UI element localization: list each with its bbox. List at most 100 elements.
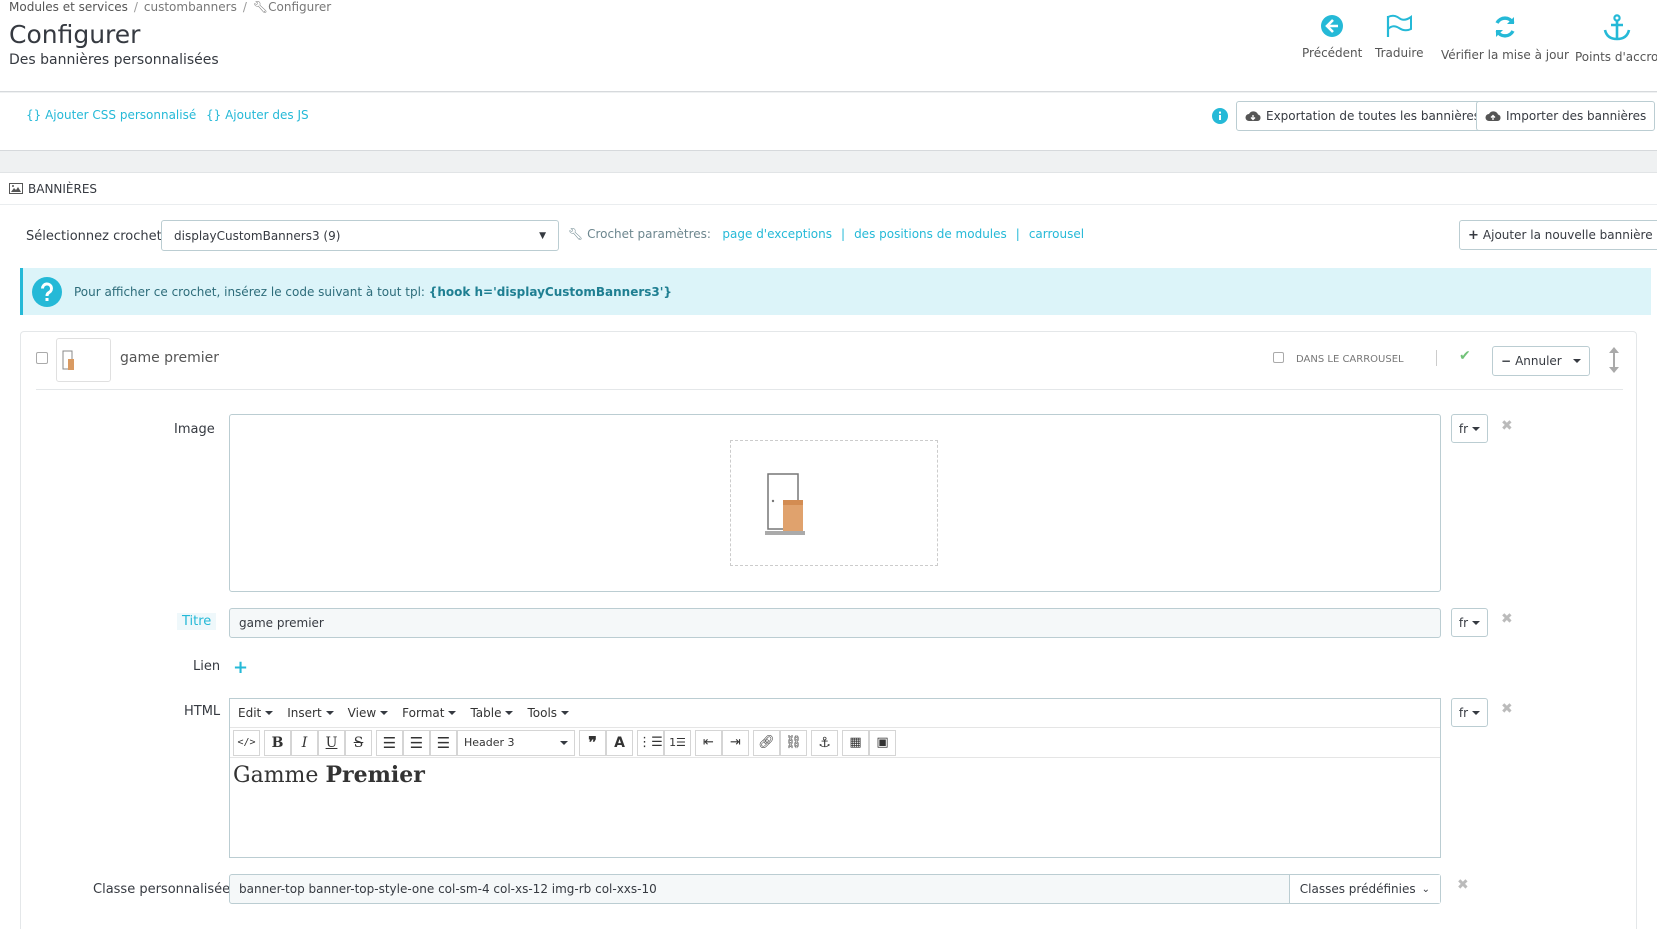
divider — [1436, 350, 1437, 366]
add-banner-button[interactable]: + Ajouter la nouvelle bannière — [1459, 220, 1657, 250]
anchor-icon[interactable]: ⚓︎ — [811, 729, 838, 756]
add-link-icon[interactable]: + — [233, 657, 248, 678]
title-lang-select[interactable]: fr — [1451, 608, 1488, 637]
question-circle-icon — [32, 276, 62, 307]
arrow-circle-left-icon — [1321, 15, 1344, 37]
editor-content-plain: Gamme — [233, 763, 326, 788]
in-carousel-label: Dans le carrousel — [1296, 354, 1404, 365]
indent-icon[interactable]: ⇥ — [722, 729, 749, 756]
insert-image-icon[interactable]: ▣ — [869, 729, 896, 756]
menu-insert[interactable]: Insert — [287, 706, 334, 720]
editor-content-bold: Premier — [325, 762, 425, 788]
block-format-select[interactable]: Header 3 — [457, 729, 575, 756]
image-remove-icon[interactable]: ✖ — [1501, 418, 1513, 434]
image-preview — [730, 440, 938, 566]
block-format-value: Header 3 — [464, 736, 515, 749]
predefined-classes-button[interactable]: Classes prédéfinies ⌄ — [1288, 875, 1440, 903]
banner-thumbnail — [56, 338, 111, 382]
chevron-down-icon — [1472, 620, 1481, 625]
breadcrumb-item-modules[interactable]: Modules et services — [9, 0, 128, 14]
menu-table[interactable]: Table — [470, 706, 514, 720]
cancel-label: Annuler — [1515, 354, 1562, 368]
banner-item: game premier Dans le carrousel ✔ − Annul… — [20, 331, 1637, 929]
toolbar-check-update-button[interactable]: Vérifier la mise à jour — [1441, 14, 1569, 62]
info-icon[interactable] — [1212, 108, 1228, 124]
media-icon[interactable]: ▦ — [842, 729, 869, 756]
add-js-link[interactable]: {} Ajouter des JS — [206, 108, 309, 122]
import-banners-button[interactable]: Importer des bannières — [1476, 101, 1656, 131]
hook-select-value: displayCustomBanners3 (9) — [174, 228, 341, 243]
wrench-icon: 🔧︎ — [252, 0, 269, 14]
breadcrumb-item-configurer: Configurer — [268, 0, 332, 14]
banner-select-checkbox[interactable] — [36, 352, 48, 364]
align-center-icon[interactable]: ☰ — [403, 729, 430, 756]
breadcrumb-item-custombanners[interactable]: custombanners — [144, 0, 237, 14]
module-positions-link[interactable]: des positions de modules — [854, 227, 1007, 241]
html-lang-select[interactable]: fr — [1451, 698, 1488, 727]
align-left-icon[interactable]: ☰ — [376, 729, 403, 756]
class-remove-icon[interactable]: ✖ — [1457, 877, 1469, 893]
cancel-button[interactable]: − Annuler — [1492, 346, 1590, 376]
numbered-list-icon[interactable]: 1☰ — [664, 729, 691, 756]
plus-icon: + — [1468, 227, 1479, 243]
class-field-label: Classe personnalisée — [93, 882, 231, 897]
breadcrumb: Modules et services / custombanners / 🔧︎Conf… — [9, 0, 332, 14]
carousel-link[interactable]: carrousel — [1029, 227, 1084, 241]
title-input[interactable]: game premier — [229, 608, 1441, 638]
in-carousel-checkbox[interactable] — [1273, 352, 1284, 363]
bold-icon[interactable]: B — [264, 729, 291, 756]
editor-content[interactable]: Gamme Premier — [233, 762, 425, 788]
menu-format[interactable]: Format — [402, 706, 457, 720]
toolbar-back-button[interactable]: Précédent — [1302, 14, 1362, 60]
drag-handle-icon[interactable] — [1608, 346, 1620, 374]
hook-params-label: Crochet paramètres: — [587, 227, 711, 241]
html-field-label: HTML — [184, 704, 221, 719]
export-all-label: Exportation de toutes les bannières — [1266, 109, 1481, 123]
underline-icon[interactable]: U — [318, 729, 345, 756]
exceptions-page-link[interactable]: page d'exceptions — [722, 227, 832, 241]
anchor-icon — [1603, 14, 1630, 41]
blockquote-icon[interactable]: ❞ — [579, 729, 606, 756]
add-banner-label: Ajouter la nouvelle bannière — [1482, 228, 1653, 242]
toolbar-translate-button[interactable]: Traduire — [1375, 14, 1423, 60]
outdent-icon[interactable]: ⇤ — [695, 729, 722, 756]
toolbar-hooks-label: Points d'accro — [1575, 50, 1657, 64]
chevron-down-icon — [1472, 710, 1481, 715]
custom-class-input[interactable]: banner-top banner-top-style-one col-sm-4… — [229, 874, 1441, 904]
image-lang-value: fr — [1458, 421, 1469, 436]
hook-info-alert: Pour afficher ce crochet, insérez le cod… — [20, 268, 1651, 315]
predefined-classes-label: Classes prédéfinies — [1299, 882, 1416, 896]
toolbar-back-label: Précédent — [1302, 46, 1363, 60]
hook-select[interactable]: displayCustomBanners3 (9) ▼ — [161, 220, 559, 251]
check-icon[interactable]: ✔ — [1459, 348, 1471, 364]
hook-select-label: Sélectionnez crochet — [26, 229, 162, 244]
cloud-download-icon — [1245, 111, 1261, 121]
editor-menubar: Edit Insert View Format Table Tools — [230, 699, 1440, 728]
image-upload-area[interactable] — [229, 414, 1441, 592]
source-code-icon[interactable]: </> — [233, 729, 260, 756]
bullet-list-icon[interactable]: ⋮☰ — [637, 729, 664, 756]
menu-tools[interactable]: Tools — [527, 706, 570, 720]
text-color-icon[interactable]: A — [606, 729, 633, 756]
add-css-link[interactable]: {} Ajouter CSS personnalisé — [26, 108, 196, 122]
image-lang-select[interactable]: fr — [1451, 414, 1488, 443]
italic-icon[interactable]: I — [291, 729, 318, 756]
toolbar-hooks-button[interactable]: Points d'accro — [1575, 14, 1657, 64]
unlink-icon[interactable]: ⛓︎ — [780, 729, 807, 756]
html-remove-icon[interactable]: ✖ — [1501, 701, 1513, 717]
link-icon[interactable]: 🔗︎ — [753, 729, 780, 756]
panel-heading-title: Bannières — [28, 181, 98, 196]
menu-view[interactable]: View — [348, 706, 389, 720]
menu-edit[interactable]: Edit — [238, 706, 274, 720]
export-all-button[interactable]: Exportation de toutes les bannières — [1236, 101, 1490, 131]
banner-title: game premier — [120, 350, 220, 366]
actions-bar: {} Ajouter CSS personnalisé {} Ajouter d… — [0, 93, 1657, 151]
custom-class-value: banner-top banner-top-style-one col-sm-4… — [239, 882, 657, 896]
strikethrough-icon[interactable]: S — [345, 729, 372, 756]
align-right-icon[interactable]: ☰ — [430, 729, 457, 756]
title-remove-icon[interactable]: ✖ — [1501, 611, 1513, 627]
page-header: Modules et services / custombanners / 🔧︎Conf… — [0, 0, 1657, 92]
chevron-down-icon: ⌄ — [1421, 883, 1430, 895]
chevron-down-icon — [1472, 426, 1481, 431]
refresh-icon — [1495, 16, 1515, 38]
